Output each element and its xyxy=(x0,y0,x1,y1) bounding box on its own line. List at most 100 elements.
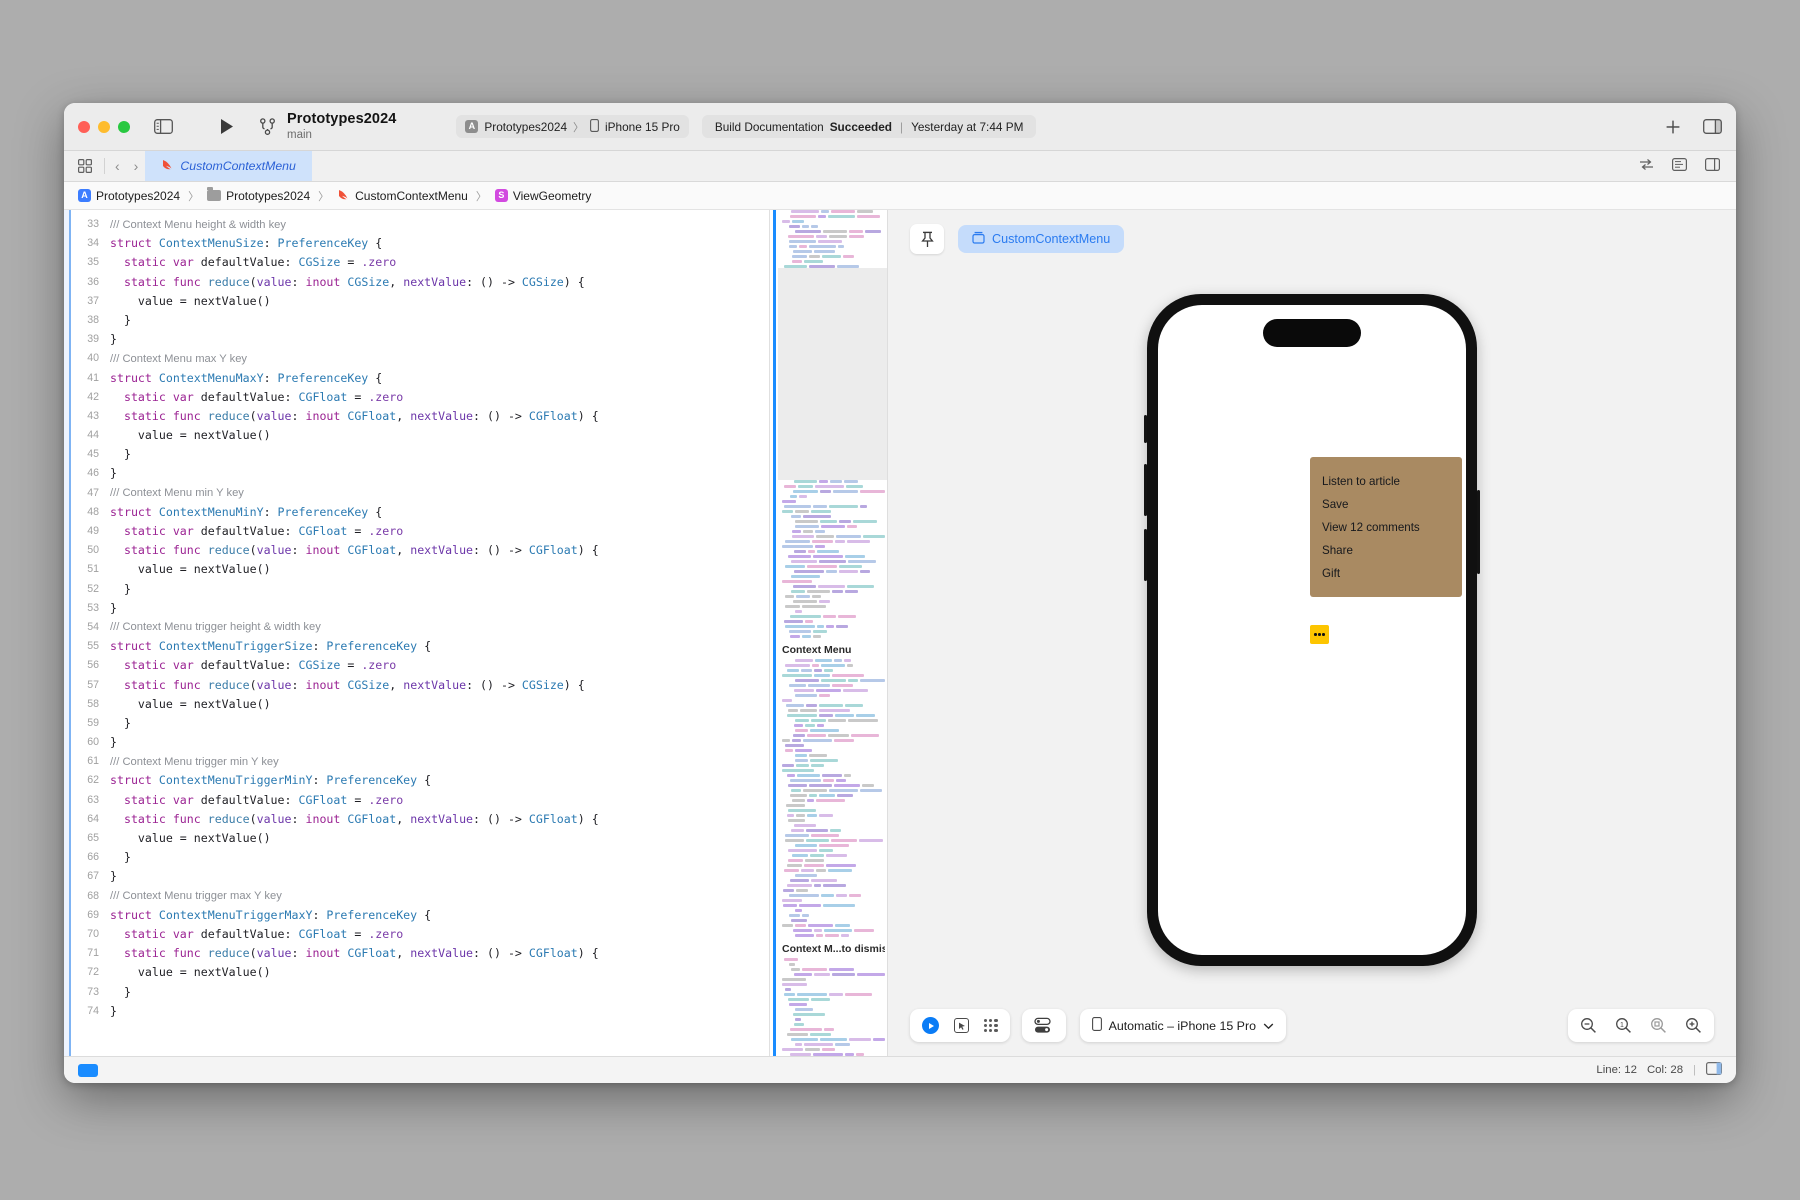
code-line[interactable]: 38 } xyxy=(64,311,769,330)
zoom-100-icon[interactable]: 1 xyxy=(1615,1017,1632,1034)
code-line[interactable]: 39} xyxy=(64,330,769,349)
minimap-line xyxy=(782,884,885,887)
breadcrumb-item-project[interactable]: A Prototypes2024 xyxy=(78,189,180,203)
preview-device-settings-button[interactable] xyxy=(1021,1009,1066,1042)
code-line[interactable]: 37 value = nextValue() xyxy=(64,292,769,311)
status-indicator[interactable] xyxy=(78,1063,98,1077)
inspector-toggle-icon[interactable] xyxy=(1703,119,1722,134)
breadcrumb-item-file[interactable]: CustomContextMenu xyxy=(337,188,468,204)
code-line[interactable]: 50 static func reduce(value: inout CGFlo… xyxy=(64,541,769,560)
minimize-button[interactable] xyxy=(98,120,110,133)
code-line[interactable]: 40 /// Context Menu max Y key xyxy=(64,349,769,368)
sidebar-toggle-icon[interactable] xyxy=(154,119,173,134)
close-button[interactable] xyxy=(78,120,90,133)
code-line[interactable]: 35 static var defaultValue: CGSize = .ze… xyxy=(64,253,769,272)
code-line[interactable]: 59 } xyxy=(64,714,769,733)
split-editor-icon[interactable] xyxy=(1705,158,1721,174)
code-line[interactable]: 41 struct ContextMenuMaxY: PreferenceKey … xyxy=(64,369,769,388)
context-menu-item-gift[interactable]: Gift xyxy=(1310,562,1462,585)
context-menu-item-save[interactable]: Save xyxy=(1310,493,1462,516)
minimap-line xyxy=(782,734,885,737)
code-line[interactable]: 63 static var defaultValue: CGFloat = .z… xyxy=(64,791,769,810)
minimap-viewport-indicator[interactable] xyxy=(778,268,887,480)
status-line-label: Line: 12 xyxy=(1596,1064,1637,1076)
minimap-toggle-icon[interactable] xyxy=(1706,1062,1723,1078)
preview-device-selector[interactable]: Automatic – iPhone 15 Pro xyxy=(1079,1009,1286,1042)
code-line[interactable]: 54 /// Context Menu trigger height & widt… xyxy=(64,618,769,637)
custom-context-menu[interactable]: Listen to article Save View 12 comments … xyxy=(1310,457,1462,597)
code-line[interactable]: 57 static func reduce(value: inout CGSiz… xyxy=(64,676,769,695)
code-line[interactable]: 74} xyxy=(64,1002,769,1021)
code-line[interactable]: 56 static var defaultValue: CGSize = .ze… xyxy=(64,656,769,675)
code-line[interactable]: 47 /// Context Menu min Y key xyxy=(64,484,769,503)
editor-options-icon[interactable] xyxy=(1672,158,1688,174)
code-line[interactable]: 70 static var defaultValue: CGFloat = .z… xyxy=(64,925,769,944)
add-icon[interactable] xyxy=(1665,119,1681,135)
code-line[interactable]: 52 } xyxy=(64,580,769,599)
live-preview-button[interactable] xyxy=(922,1017,939,1034)
code-scroll-area[interactable]: 33 /// Context Menu height & width key 34 s… xyxy=(64,210,769,1056)
code-line[interactable]: 55 struct ContextMenuTriggerSize: Prefere… xyxy=(64,637,769,656)
code-line[interactable]: 44 value = nextValue() xyxy=(64,426,769,445)
code-line[interactable]: 33 /// Context Menu height & width key xyxy=(64,215,769,234)
code-line[interactable]: 61 /// Context Menu trigger min Y key xyxy=(64,752,769,771)
code-line[interactable]: 53} xyxy=(64,599,769,618)
line-number: 36 xyxy=(87,275,99,288)
context-menu-item-share[interactable]: Share xyxy=(1310,539,1462,562)
code-line[interactable]: 49 static var defaultValue: CGFloat = .z… xyxy=(64,522,769,541)
variants-preview-button[interactable] xyxy=(984,1018,998,1033)
ellipsis-icon[interactable] xyxy=(1310,625,1329,644)
code-line[interactable]: 46} xyxy=(64,464,769,483)
code-review-icon[interactable] xyxy=(1639,158,1654,174)
code-line[interactable]: 72 value = nextValue() xyxy=(64,963,769,982)
minimap-section-label[interactable]: Context M...to dismiss xyxy=(782,943,885,955)
code-line[interactable]: 42 static var defaultValue: CGFloat = .z… xyxy=(64,388,769,407)
code-editor-pane[interactable]: 33 /// Context Menu height & width key 34 s… xyxy=(64,210,770,1056)
code-line[interactable]: 51 value = nextValue() xyxy=(64,560,769,579)
breadcrumb-item-symbol[interactable]: S ViewGeometry xyxy=(494,189,591,203)
scheme-info[interactable]: Prototypes2024 main xyxy=(287,111,396,141)
scheme-destination-pill[interactable]: A Prototypes2024 〉 iPhone 15 Pro xyxy=(456,115,689,138)
breadcrumb-item-folder[interactable]: Prototypes2024 xyxy=(207,187,310,203)
zoom-button[interactable] xyxy=(118,120,130,133)
zoom-out-icon[interactable] xyxy=(1580,1017,1597,1034)
context-menu-item-comments[interactable]: View 12 comments xyxy=(1310,516,1462,539)
code-line-text: } xyxy=(110,466,117,481)
code-line[interactable]: 34 struct ContextMenuSize: PreferenceKey … xyxy=(64,234,769,253)
code-line[interactable]: 73 } xyxy=(64,983,769,1002)
code-line[interactable]: 68 /// Context Menu trigger max Y key xyxy=(64,887,769,906)
code-line[interactable]: 36 static func reduce(value: inout CGSiz… xyxy=(64,273,769,292)
code-line[interactable]: 66 } xyxy=(64,848,769,867)
code-line[interactable]: 43 static func reduce(value: inout CGFlo… xyxy=(64,407,769,426)
code-line[interactable]: 67} xyxy=(64,867,769,886)
zoom-in-icon[interactable] xyxy=(1685,1017,1702,1034)
code-line[interactable]: 58 value = nextValue() xyxy=(64,695,769,714)
zoom-fit-icon[interactable] xyxy=(1650,1017,1667,1034)
code-line[interactable]: 65 value = nextValue() xyxy=(64,829,769,848)
tab-custom-context-menu[interactable]: CustomContextMenu xyxy=(145,151,312,181)
code-line[interactable]: 48 struct ContextMenuMinY: PreferenceKey … xyxy=(64,503,769,522)
pin-preview-button[interactable] xyxy=(910,224,944,254)
line-number: 34 xyxy=(87,237,99,250)
code-minimap[interactable]: Context MenuContext M...to dismissWIP!!!… xyxy=(770,210,888,1056)
navigate-forward-button[interactable]: › xyxy=(127,151,146,181)
code-line-text: } xyxy=(110,715,131,730)
selectable-preview-button[interactable] xyxy=(954,1018,969,1033)
source-code[interactable]: 33 /// Context Menu height & width key 34 s… xyxy=(64,210,769,1021)
device-screen[interactable]: Listen to article Save View 12 comments … xyxy=(1158,305,1466,955)
context-menu-item-listen[interactable]: Listen to article xyxy=(1310,470,1462,493)
build-status-pill[interactable]: Build Documentation Succeeded | Yesterda… xyxy=(701,115,1037,138)
code-line[interactable]: 71 static func reduce(value: inout CGFlo… xyxy=(64,944,769,963)
branch-icon[interactable] xyxy=(260,118,275,135)
run-icon[interactable] xyxy=(219,118,234,135)
tab-overview-icon[interactable] xyxy=(64,151,101,181)
minimap-section-label[interactable]: Context Menu xyxy=(782,644,885,656)
code-line[interactable]: 45 } xyxy=(64,445,769,464)
code-line[interactable]: 60} xyxy=(64,733,769,752)
code-line[interactable]: 69 struct ContextMenuTriggerMaxY: Prefere… xyxy=(64,906,769,925)
preview-canvas[interactable]: CustomContextMenu Listen to article Save… xyxy=(888,210,1736,1056)
preview-target-chip[interactable]: CustomContextMenu xyxy=(958,225,1125,253)
code-line[interactable]: 64 static func reduce(value: inout CGFlo… xyxy=(64,810,769,829)
navigate-back-button[interactable]: ‹ xyxy=(108,151,127,181)
code-line[interactable]: 62 struct ContextMenuTriggerMinY: Prefere… xyxy=(64,771,769,790)
